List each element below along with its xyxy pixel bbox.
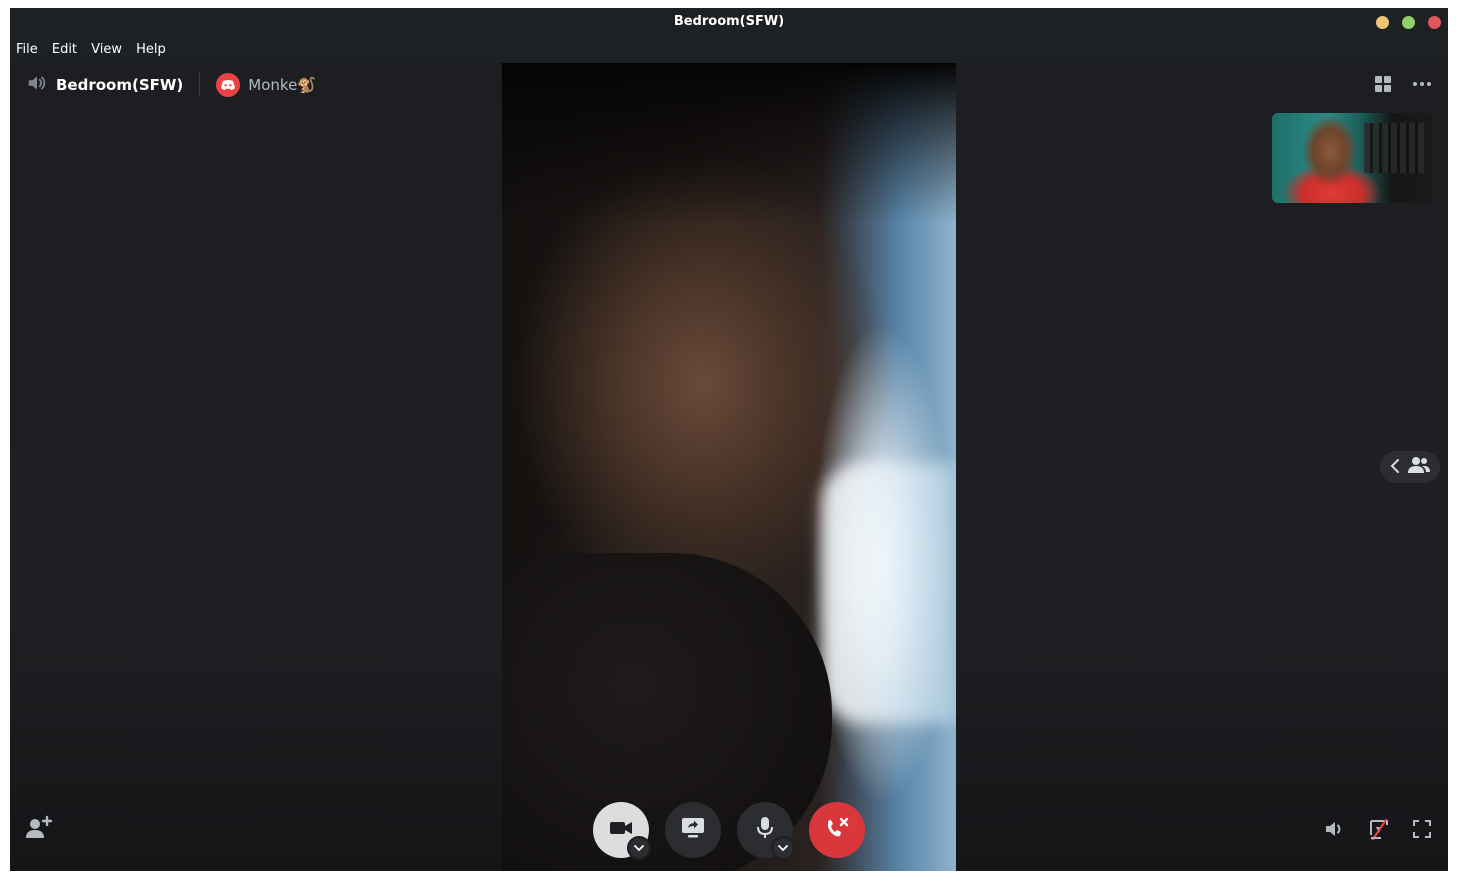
header-actions [1354, 75, 1432, 97]
minimize-button[interactable] [1376, 16, 1389, 29]
microphone-button[interactable] [737, 802, 795, 860]
call-stage: Bedroom(SFW) Monke🐒 [10, 63, 1448, 871]
microphone-icon [756, 816, 774, 844]
remote-video-feed[interactable] [502, 63, 956, 871]
title-bar: Bedroom(SFW) [10, 8, 1448, 36]
volume-icon[interactable] [1324, 819, 1346, 843]
member-list-toggle[interactable] [1380, 451, 1440, 483]
grid-layout-icon[interactable] [1374, 75, 1392, 97]
members-icon [1408, 456, 1430, 478]
discord-call-window: Bedroom(SFW) File Edit View Help Bedroom… [10, 8, 1448, 871]
window-title: Bedroom(SFW) [673, 14, 785, 29]
menu-help[interactable]: Help [133, 36, 169, 63]
stream-off-icon[interactable] [1368, 818, 1390, 844]
video-window-light [822, 463, 956, 723]
chevron-left-icon [1390, 458, 1400, 477]
menu-bar: File Edit View Help [10, 36, 1448, 63]
share-screen-button[interactable] [665, 802, 721, 858]
self-video-preview[interactable] [1272, 113, 1432, 203]
menu-edit[interactable]: Edit [49, 36, 80, 63]
close-button[interactable] [1428, 16, 1441, 29]
screen-share-icon [681, 817, 705, 843]
video-camera-icon [609, 819, 633, 841]
camera-options-caret[interactable] [627, 836, 651, 860]
more-options-icon[interactable] [1412, 75, 1432, 97]
maximize-button[interactable] [1402, 16, 1415, 29]
call-header: Bedroom(SFW) Monke🐒 [26, 73, 316, 97]
channel-name[interactable]: Bedroom(SFW) [56, 76, 183, 94]
server-name[interactable]: Monke🐒 [248, 76, 316, 94]
disconnect-button[interactable] [809, 802, 865, 858]
microphone-options-caret[interactable] [771, 836, 795, 860]
menu-view[interactable]: View [88, 36, 125, 63]
hang-up-icon [824, 816, 850, 844]
menu-file[interactable]: File [13, 36, 41, 63]
fullscreen-icon[interactable] [1412, 819, 1432, 843]
call-controls [593, 802, 865, 860]
discord-icon [216, 73, 241, 97]
bottom-right-actions [1302, 818, 1432, 844]
preview-background-shelf [1364, 123, 1424, 173]
header-divider [199, 73, 201, 97]
speaker-icon [26, 72, 48, 98]
camera-button[interactable] [593, 802, 651, 860]
video-shadow [502, 63, 956, 223]
invite-people-icon[interactable] [26, 815, 53, 843]
